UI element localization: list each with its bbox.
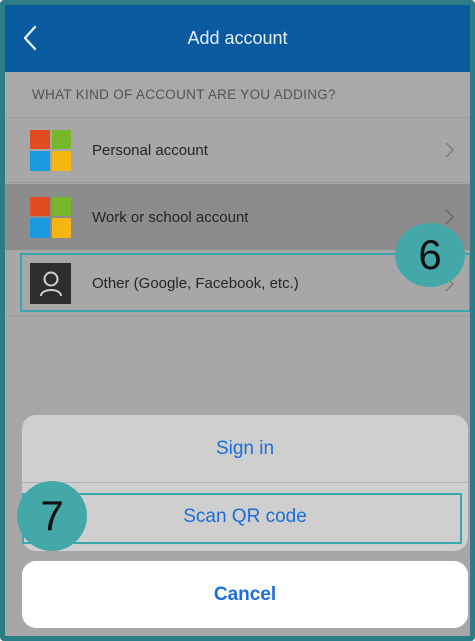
account-option-label: Work or school account: [92, 208, 249, 226]
callout-step-7: 7: [17, 481, 87, 551]
section-title: WHAT KIND OF ACCOUNT ARE YOU ADDING?: [5, 72, 470, 116]
chevron-right-icon: [445, 209, 454, 225]
action-sheet: Sign in Scan QR code: [22, 415, 468, 551]
microsoft-logo-icon: [30, 129, 71, 171]
callout-step-6: 6: [395, 223, 465, 287]
account-option-label: Personal account: [92, 141, 208, 159]
microsoft-logo-icon: [30, 196, 71, 238]
back-button[interactable]: [15, 21, 45, 55]
cancel-button[interactable]: Cancel: [22, 561, 468, 628]
sign-in-button[interactable]: Sign in: [22, 415, 468, 482]
account-option-label: Other (Google, Facebook, etc.): [92, 275, 299, 292]
person-icon: [30, 263, 71, 304]
account-option-personal[interactable]: Personal account: [5, 117, 470, 183]
chevron-right-icon: [445, 142, 454, 158]
scan-qr-button[interactable]: Scan QR code: [22, 483, 468, 550]
nav-bar: Add account: [5, 5, 470, 72]
page-title: Add account: [187, 28, 288, 48]
app-screen: Add account WHAT KIND OF ACCOUNT ARE YOU…: [0, 0, 475, 641]
chevron-left-icon: [23, 25, 37, 51]
